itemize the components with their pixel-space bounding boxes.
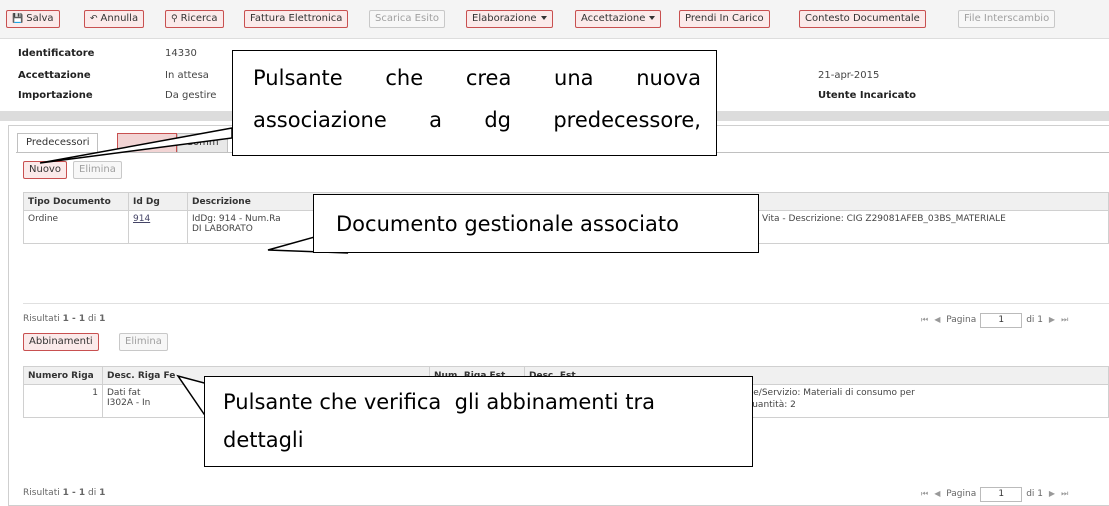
callout-new-association: Pulsante che crea una nuova associazione… — [232, 50, 717, 156]
callout1-line2: associazione a dg predecessore, — [253, 108, 701, 132]
callout1-line1: Pulsante che crea una nuova — [253, 66, 701, 90]
callout-associated-document: Documento gestionale associato — [313, 194, 759, 253]
callout-verify-matchings: Pulsante che verifica gli abbinamenti tr… — [204, 376, 753, 467]
callout1-pointer — [39, 127, 233, 164]
